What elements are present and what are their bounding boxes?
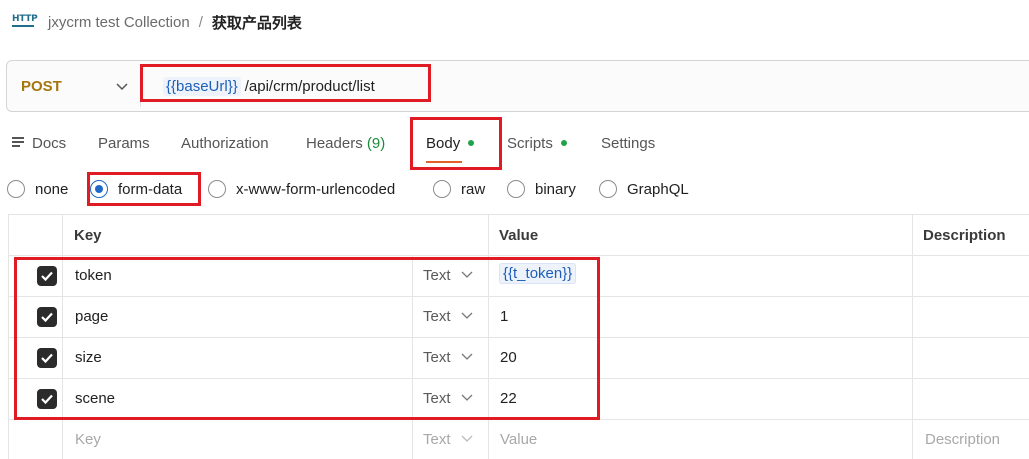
url-bar: POST {{baseUrl}} /api/crm/product/list [6, 60, 1029, 112]
column-header-value: Value [499, 227, 539, 244]
new-value-input[interactable]: Value [500, 431, 537, 448]
active-tab-indicator [426, 161, 462, 163]
breadcrumb-separator: / [198, 13, 203, 31]
breadcrumb: HTTP jxycrm test Collection / 获取产品列表 [12, 10, 302, 34]
table-border [8, 214, 9, 459]
radio-none[interactable]: none [7, 178, 68, 200]
tab-scripts[interactable]: Scripts [507, 133, 567, 155]
radio-raw[interactable]: raw [433, 178, 485, 200]
form-data-table: Key Value Description token Text {{t_tok… [8, 214, 1029, 459]
radio-circle[interactable] [599, 180, 617, 198]
radio-circle[interactable] [507, 180, 525, 198]
row-checkbox[interactable] [37, 266, 57, 286]
checkmark-icon [41, 271, 53, 282]
checkmark-icon [41, 353, 53, 364]
table-border [8, 214, 1029, 215]
table-border [62, 214, 63, 459]
table-border [8, 378, 1029, 379]
tab-params[interactable]: Params [98, 133, 150, 155]
url-input[interactable]: {{baseUrl}} /api/crm/product/list [163, 77, 375, 96]
row-value[interactable]: 22 [500, 390, 517, 407]
radio-binary[interactable]: binary [507, 178, 576, 200]
body-status-dot [468, 140, 475, 147]
breadcrumb-collection[interactable]: jxycrm test Collection [48, 14, 190, 31]
scripts-status-dot [560, 140, 567, 147]
chevron-down-icon [461, 353, 472, 360]
chevron-down-icon [461, 312, 472, 319]
column-header-description: Description [923, 227, 1006, 244]
row-key[interactable]: token [75, 267, 112, 284]
row-key[interactable]: size [75, 349, 102, 366]
tab-authorization[interactable]: Authorization [181, 133, 269, 155]
row-key[interactable]: scene [75, 390, 115, 407]
row-checkbox[interactable] [37, 307, 57, 327]
row-type-select[interactable]: Text [423, 349, 473, 366]
row-checkbox[interactable] [37, 348, 57, 368]
row-type-select[interactable]: Text [423, 390, 473, 407]
checkmark-icon [41, 394, 53, 405]
url-variable[interactable]: {{baseUrl}} [163, 77, 241, 96]
table-border [8, 296, 1029, 297]
chevron-down-icon [461, 435, 472, 442]
tab-body[interactable]: Body [426, 133, 475, 155]
tab-headers[interactable]: Headers (9) [306, 133, 385, 155]
chevron-down-icon [461, 394, 472, 401]
radio-x-www-form-urlencoded[interactable]: x-www-form-urlencoded [208, 178, 395, 200]
table-border [8, 337, 1029, 338]
radio-circle[interactable] [208, 180, 226, 198]
tab-settings[interactable]: Settings [601, 133, 655, 155]
column-header-key: Key [74, 227, 102, 244]
row-type-select[interactable]: Text [423, 267, 473, 284]
radio-graphql[interactable]: GraphQL [599, 178, 689, 200]
new-key-input[interactable]: Key [75, 431, 101, 448]
url-path[interactable]: /api/crm/product/list [245, 78, 375, 95]
checkmark-icon [41, 312, 53, 323]
docs-icon [12, 137, 24, 147]
table-border [8, 255, 1029, 256]
table-border [412, 255, 413, 459]
table-border [488, 214, 489, 459]
radio-circle[interactable] [433, 180, 451, 198]
headers-count: (9) [366, 135, 386, 152]
new-type-select[interactable]: Text [423, 431, 473, 448]
method-select[interactable]: POST [21, 78, 62, 95]
radio-form-data[interactable]: form-data [90, 178, 182, 200]
row-value-variable[interactable]: {{t_token}} [499, 263, 577, 284]
row-value[interactable]: 20 [500, 349, 517, 366]
request-title[interactable]: 获取产品列表 [212, 12, 302, 33]
row-value[interactable]: 1 [500, 308, 508, 325]
row-value[interactable]: {{t_token}} [499, 263, 577, 284]
new-description-input[interactable]: Description [925, 431, 1000, 448]
row-type-select[interactable]: Text [423, 308, 473, 325]
row-key[interactable]: page [75, 308, 108, 325]
radio-circle[interactable] [7, 180, 25, 198]
method-divider [140, 65, 141, 107]
tab-docs[interactable]: Docs [12, 133, 66, 155]
http-icon: HTTP [12, 13, 38, 31]
table-border [912, 214, 913, 459]
row-checkbox[interactable] [37, 389, 57, 409]
chevron-down-icon[interactable] [115, 79, 129, 93]
table-border [8, 419, 1029, 420]
radio-circle-selected[interactable] [90, 180, 108, 198]
chevron-down-icon [461, 271, 472, 278]
